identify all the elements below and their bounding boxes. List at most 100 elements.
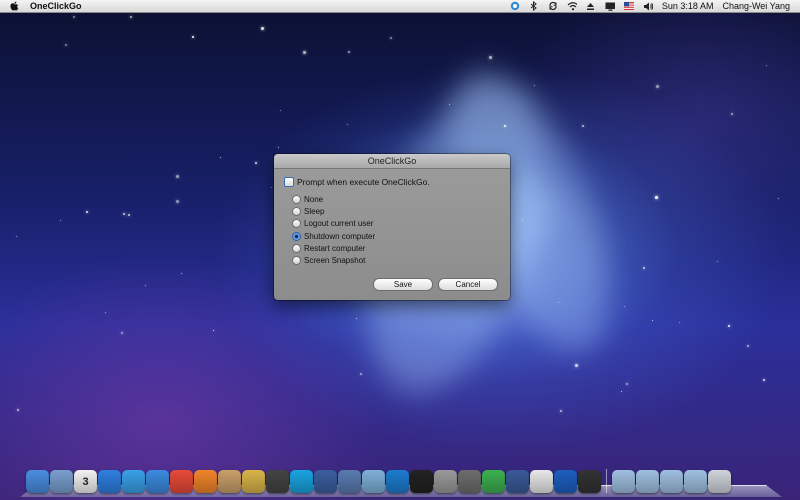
app-store-icon[interactable] — [98, 470, 121, 493]
documents-folder-icon[interactable] — [684, 470, 707, 493]
star — [17, 409, 19, 411]
star — [624, 306, 625, 307]
star — [360, 373, 362, 375]
radio-option-none[interactable]: None — [292, 193, 375, 205]
star — [16, 236, 17, 237]
radio-label: Sleep — [304, 206, 325, 216]
terminal-icon[interactable] — [410, 470, 433, 493]
star — [626, 383, 628, 385]
star — [747, 345, 749, 347]
chrome-icon[interactable] — [170, 470, 193, 493]
radio-option-logout[interactable]: Logout current user — [292, 218, 375, 230]
safari-icon[interactable] — [146, 470, 169, 493]
star — [778, 198, 779, 199]
messenger-icon[interactable] — [482, 470, 505, 493]
downloads-folder-icon[interactable] — [636, 470, 659, 493]
apple-menu-icon[interactable] — [10, 1, 19, 11]
star — [728, 325, 730, 327]
applications-folder-icon[interactable] — [660, 470, 683, 493]
app-menu-title[interactable]: OneClickGo — [30, 0, 82, 12]
us-flag-icon[interactable] — [623, 1, 634, 11]
radio-button[interactable] — [292, 256, 301, 266]
star — [621, 391, 622, 392]
folder-icon[interactable] — [612, 470, 635, 493]
star — [303, 51, 306, 54]
radio-option-restart[interactable]: Restart computer — [292, 242, 375, 254]
star — [656, 85, 659, 88]
star — [123, 213, 125, 215]
user-menu[interactable]: Chang-Wei Yang — [722, 0, 790, 12]
screen-capture-icon[interactable] — [578, 470, 601, 493]
menu-bar-status-area: Sun 3:18 AM Chang-Wei Yang — [510, 0, 790, 12]
action-radio-group: None Sleep Logout current user Shutdown … — [292, 193, 375, 267]
radio-button[interactable] — [292, 219, 301, 229]
desktop: OneClickGo Sun 3:18 AM Chang-Wei Yang On… — [0, 0, 800, 500]
volume-icon[interactable] — [643, 1, 653, 11]
skype-icon[interactable] — [290, 470, 313, 493]
star — [489, 56, 492, 59]
radio-label: Shutdown computer — [304, 231, 376, 241]
radio-option-sleep[interactable]: Sleep — [292, 205, 375, 217]
radio-button[interactable] — [292, 243, 301, 253]
star — [763, 379, 765, 381]
menu-bar-clock[interactable]: Sun 3:18 AM — [662, 0, 714, 12]
grid-app-icon[interactable] — [530, 470, 553, 493]
virtualbox-icon[interactable] — [314, 470, 337, 493]
save-button[interactable]: Save — [373, 278, 433, 291]
finder-icon[interactable] — [26, 470, 49, 493]
prompt-checkbox[interactable] — [284, 177, 294, 187]
network-icon[interactable] — [362, 470, 385, 493]
dialog-title[interactable]: OneClickGo — [274, 154, 510, 169]
display-icon[interactable] — [605, 1, 615, 11]
dock: 3 — [20, 437, 782, 497]
star — [643, 267, 645, 269]
star — [348, 51, 350, 53]
prompt-option[interactable]: Prompt when execute OneClickGo. — [284, 177, 430, 187]
star — [220, 157, 221, 158]
radio-button-selected[interactable] — [292, 231, 301, 241]
teamviewer-icon[interactable] — [386, 470, 409, 493]
star — [278, 147, 279, 148]
bluetooth-icon[interactable] — [529, 1, 539, 11]
star — [560, 410, 562, 412]
calculator-icon[interactable] — [434, 470, 457, 493]
star — [65, 44, 67, 46]
star — [128, 214, 130, 216]
radio-label: Screen Snapshot — [304, 256, 366, 266]
eject-icon[interactable] — [586, 1, 596, 11]
paintbrush-icon[interactable] — [242, 470, 265, 493]
star — [181, 273, 182, 274]
star — [652, 320, 653, 321]
radio-label: Logout current user — [304, 219, 374, 229]
radio-button[interactable] — [292, 194, 301, 204]
power-icon[interactable] — [554, 470, 577, 493]
star — [280, 110, 281, 111]
trash-icon[interactable] — [708, 470, 731, 493]
star — [504, 125, 506, 127]
firefox-icon[interactable] — [194, 470, 217, 493]
xcode-icon[interactable] — [338, 470, 361, 493]
photos-icon[interactable] — [218, 470, 241, 493]
menu-bar: OneClickGo Sun 3:18 AM Chang-Wei Yang — [0, 0, 800, 13]
star — [717, 261, 718, 262]
calendar-icon[interactable]: 3 — [74, 470, 97, 493]
radio-option-screen-snapshot[interactable]: Screen Snapshot — [292, 254, 375, 266]
radio-button[interactable] — [292, 206, 301, 216]
star — [449, 104, 450, 105]
star — [766, 65, 767, 66]
keyboard-icon[interactable] — [506, 470, 529, 493]
radio-option-shutdown[interactable]: Shutdown computer — [292, 230, 375, 242]
media-player-icon[interactable] — [266, 470, 289, 493]
wifi-icon[interactable] — [567, 1, 577, 11]
app-status-icon[interactable] — [510, 1, 520, 11]
system-preferences-icon[interactable] — [458, 470, 481, 493]
star — [679, 322, 680, 323]
star — [105, 312, 106, 313]
preview-icon[interactable] — [50, 470, 73, 493]
itunes-icon[interactable] — [122, 470, 145, 493]
sync-icon[interactable] — [548, 1, 558, 11]
star — [176, 175, 179, 178]
star — [261, 27, 264, 30]
cancel-button[interactable]: Cancel — [438, 278, 498, 291]
star — [271, 187, 272, 188]
